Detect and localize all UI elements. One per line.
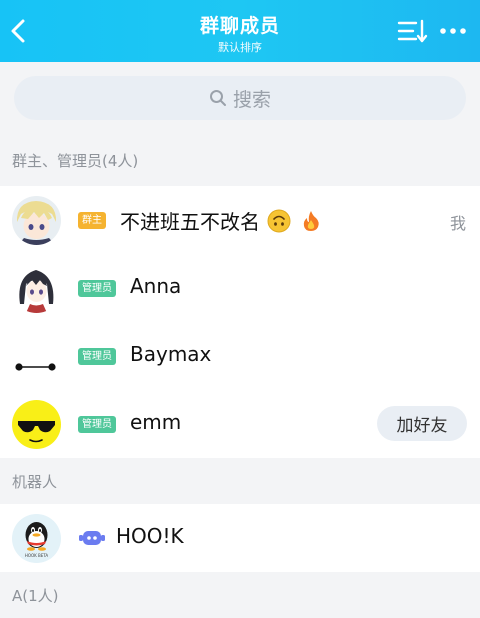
section-header-robots: 机器人 <box>0 458 480 504</box>
search-placeholder: 搜索 <box>232 88 271 111</box>
self-label: 我 <box>449 214 466 233</box>
owner-badge: 群主 <box>78 212 106 229</box>
more-dots-icon <box>440 28 466 34</box>
title-bar: 群聊成员 默认排序 <box>0 0 480 62</box>
member-name: HOO!K <box>116 524 184 548</box>
sort-list-icon <box>397 19 428 43</box>
member-row-owner[interactable]: 群主 不进班五不改名 我 <box>0 186 480 254</box>
avatar <box>12 264 61 313</box>
member-name: Anna <box>130 274 182 298</box>
admin-badge: 管理员 <box>78 416 116 433</box>
fire-icon <box>303 211 319 231</box>
admin-badge: 管理员 <box>78 348 116 365</box>
search-icon <box>209 90 226 106</box>
avatar <box>12 400 61 449</box>
member-row-baymax[interactable]: 管理员 Baymax <box>0 322 480 390</box>
add-friend-button[interactable]: 加好友 <box>377 406 467 441</box>
member-name: Baymax <box>130 342 212 366</box>
avatar: HOOK BETA <box>12 514 61 563</box>
section-header-admins: 群主、管理员(4人) <box>0 136 480 184</box>
sort-button[interactable] <box>396 17 430 47</box>
member-name: 不进班五不改名 <box>120 206 321 235</box>
search-input[interactable]: 搜索 <box>14 76 466 120</box>
member-row-emm[interactable]: 管理员 emm 加好友 <box>0 390 480 458</box>
search-area: 搜索 <box>0 62 480 136</box>
avatar <box>12 332 61 381</box>
admin-badge: 管理员 <box>78 280 116 297</box>
avatar-caption: HOOK BETA <box>24 553 49 558</box>
avatar <box>12 196 61 245</box>
section-header-a: A(1人) <box>0 572 480 618</box>
member-name: emm <box>130 410 182 434</box>
more-button[interactable] <box>437 17 471 47</box>
robot-icon <box>79 531 105 545</box>
member-row-anna[interactable]: 管理员 Anna <box>0 254 480 322</box>
member-row-hook[interactable]: HOOK BETA HOO!K <box>0 504 480 572</box>
upside-down-face-emoji-icon <box>267 209 291 233</box>
member-name-text: 不进班五不改名 <box>120 210 260 234</box>
